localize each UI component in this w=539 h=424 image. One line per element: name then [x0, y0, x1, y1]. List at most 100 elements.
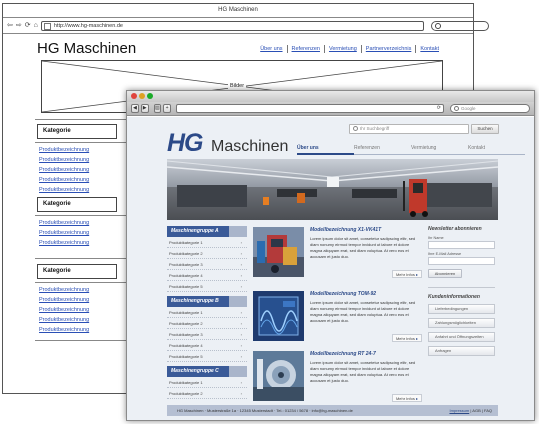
category-label: Produktkategorie 2 — [169, 321, 203, 326]
delivery-terms-button[interactable]: Lieferbedingungen — [428, 304, 495, 314]
product-teaser: Modellbezeichnung TOM-92 Lorem ipsum dol… — [251, 291, 422, 351]
product-title[interactable]: Modellbezeichnung RT 24-7 — [310, 351, 376, 357]
tab-kontakt[interactable]: Kontakt — [468, 145, 525, 155]
category-list-item[interactable]: Produktkategorie 2 › — [167, 318, 247, 329]
wireframe-product-link[interactable]: Produktbezeichnung — [39, 157, 89, 163]
newsletter-title: Newsletter abonnieren — [428, 226, 482, 232]
footer-links: Impressum | AGB | FAQ — [449, 405, 492, 416]
category-label: Produktkategorie 2 — [169, 391, 203, 396]
wireframe-product-link[interactable]: Produktbezeichnung — [39, 187, 89, 193]
category-list-item[interactable]: Produktkategorie 3 › — [167, 259, 247, 270]
more-info-button[interactable]: Mehr Infos ▸ — [391, 270, 422, 278]
category-list-item[interactable]: Produktkategorie 2 › — [167, 248, 247, 259]
forward-arrow-icon[interactable]: ▶ — [140, 104, 149, 113]
category-list-item[interactable]: Produktkategorie 1 › — [167, 237, 247, 248]
subscribe-button[interactable]: Abonnieren — [428, 269, 462, 278]
wireframe-product-link[interactable]: Produktbezeichnung — [39, 177, 89, 183]
newsletter-email-input[interactable] — [428, 257, 495, 265]
imprint-link[interactable]: Impressum — [449, 408, 469, 413]
browser-search-field[interactable]: Google — [450, 104, 530, 113]
machine-group-a-header[interactable]: Maschinengruppe A — [167, 226, 247, 237]
payment-options-button[interactable]: Zahlungsmöglichkeiten — [428, 318, 495, 328]
wireframe-menu-item[interactable]: Partnerverzeichnis — [360, 45, 416, 53]
wireframe-menu-item[interactable]: Referenzen — [286, 45, 324, 53]
wireframe-product-link[interactable]: Produktbezeichnung — [39, 297, 89, 303]
browser-mockup-window: ◀ ▶ ▧ + ⟳ Google HG Maschinen Ihr Suchbe… — [126, 90, 535, 421]
bookmarks-icon[interactable]: ▧ — [153, 104, 162, 113]
machine-group-menu: Maschinengruppe A Produktkategorie 1 › Pr… — [167, 226, 247, 399]
divider — [35, 282, 127, 283]
wireframe-product-link[interactable]: Produktbezeichnung — [39, 307, 89, 313]
machine-group-c-header[interactable]: Maschinengruppe C — [167, 366, 247, 377]
product-teaser: Modellbezeichnung X1-VK41T Lorem ipsum d… — [251, 227, 422, 287]
back-arrow-icon[interactable]: ◀ — [131, 104, 139, 113]
site-search-placeholder: Ihr Suchbegriff — [360, 126, 390, 131]
browser-address-bar[interactable]: ⟳ — [176, 104, 444, 113]
zoom-window-icon[interactable] — [147, 93, 153, 99]
reload-icon[interactable]: ⟳ — [437, 105, 441, 112]
close-window-icon[interactable] — [131, 93, 137, 99]
category-list-item[interactable]: Produktkategorie 1 › — [167, 377, 247, 388]
product-title[interactable]: Modellbezeichnung TOM-92 — [310, 291, 376, 297]
product-image[interactable] — [253, 291, 304, 341]
wireframe-url-text: http://www.hg-maschinen.de — [53, 22, 123, 29]
home-icon[interactable]: ⌂ — [34, 22, 38, 30]
reload-icon[interactable]: ⟳ — [25, 22, 31, 30]
wireframe-search-field[interactable] — [430, 20, 489, 31]
back-arrow-icon[interactable]: ⇦ — [7, 22, 13, 30]
chevron-right-icon: › — [240, 240, 242, 245]
browser-title-bar — [127, 91, 534, 102]
tab-vermietung[interactable]: Vermietung — [411, 145, 468, 155]
divider — [35, 142, 127, 143]
site-search-input[interactable]: Ihr Suchbegriff — [349, 124, 469, 134]
forward-arrow-icon[interactable]: ⇨ — [16, 22, 22, 30]
logo-wordmark[interactable]: Maschinen — [211, 138, 288, 156]
category-list-item[interactable]: Produktkategorie 4 › — [167, 270, 247, 281]
category-list-item[interactable]: Produktkategorie 1 › — [167, 307, 247, 318]
wireframe-toolbar: ⇦ ⇨ ⟳ ⌂ http://www.hg-maschinen.de — [3, 18, 489, 34]
tab-referenzen[interactable]: Referenzen — [354, 145, 411, 155]
wireframe-product-link[interactable]: Produktbezeichnung — [39, 240, 89, 246]
logo-hg[interactable]: HG — [167, 129, 203, 158]
site-search-button[interactable]: Suchen — [471, 124, 499, 134]
add-bookmark-icon[interactable]: + — [163, 104, 171, 113]
category-list-item[interactable]: Produktkategorie 2 › — [167, 388, 247, 399]
minimize-window-icon[interactable] — [139, 93, 145, 99]
machine-group-b-header[interactable]: Maschinengruppe B — [167, 296, 247, 307]
wireframe-product-link[interactable]: Produktbezeichnung — [39, 327, 89, 333]
category-list-item[interactable]: Produktkategorie 4 › — [167, 340, 247, 351]
wireframe-product-link[interactable]: Produktbezeichnung — [39, 317, 89, 323]
wireframe-address-bar[interactable]: http://www.hg-maschinen.de — [40, 20, 424, 31]
wireframe-menu-item[interactable]: Kontakt — [415, 45, 443, 53]
product-title[interactable]: Modellbezeichnung X1-VK41T — [310, 227, 381, 233]
more-info-button[interactable]: Mehr Infos ▸ — [391, 394, 422, 402]
main-navigation: Über uns Referenzen Vermietung Kontakt — [297, 145, 525, 155]
category-list-item[interactable]: Produktkategorie 5 › — [167, 351, 247, 362]
wireframe-product-link[interactable]: Produktbezeichnung — [39, 287, 89, 293]
product-image[interactable] — [253, 227, 304, 277]
group-header-accent — [229, 296, 247, 307]
wireframe-category-title: Kategorie — [37, 124, 117, 139]
newsletter-email-label: Ihre E-Mail Adresse — [428, 252, 462, 256]
footer-links-text[interactable]: | AGB | FAQ — [470, 408, 492, 413]
wireframe-product-link[interactable]: Produktbezeichnung — [39, 220, 89, 226]
wireframe-product-link[interactable]: Produktbezeichnung — [39, 167, 89, 173]
wireframe-product-link[interactable]: Produktbezeichnung — [39, 230, 89, 236]
category-list-item[interactable]: Produktkategorie 3 › — [167, 329, 247, 340]
inquiries-button[interactable]: Anfragen — [428, 346, 495, 356]
directions-hours-button[interactable]: Anfahrt und Öffnungszeiten — [428, 332, 495, 342]
category-label: Produktkategorie 2 — [169, 251, 203, 256]
product-description: Lorem ipsum dolor sit amet, consetetur s… — [310, 236, 416, 259]
divider — [35, 215, 127, 216]
product-teaser: Modellbezeichnung RT 24-7 Lorem ipsum do… — [251, 351, 422, 411]
product-image[interactable] — [253, 351, 304, 401]
wireframe-menu-item[interactable]: Über uns — [256, 45, 286, 53]
arrow-right-icon: ▸ — [415, 272, 418, 277]
tab-ueber-uns[interactable]: Über uns — [297, 145, 354, 155]
category-list-item[interactable]: Produktkategorie 5 › — [167, 281, 247, 292]
browser-toolbar: ◀ ▶ ▧ + ⟳ Google — [127, 102, 534, 116]
newsletter-name-input[interactable] — [428, 241, 495, 249]
wireframe-product-link[interactable]: Produktbezeichnung — [39, 147, 89, 153]
more-info-button[interactable]: Mehr Infos ▸ — [391, 334, 422, 342]
wireframe-menu-item[interactable]: Vermietung — [323, 45, 361, 53]
